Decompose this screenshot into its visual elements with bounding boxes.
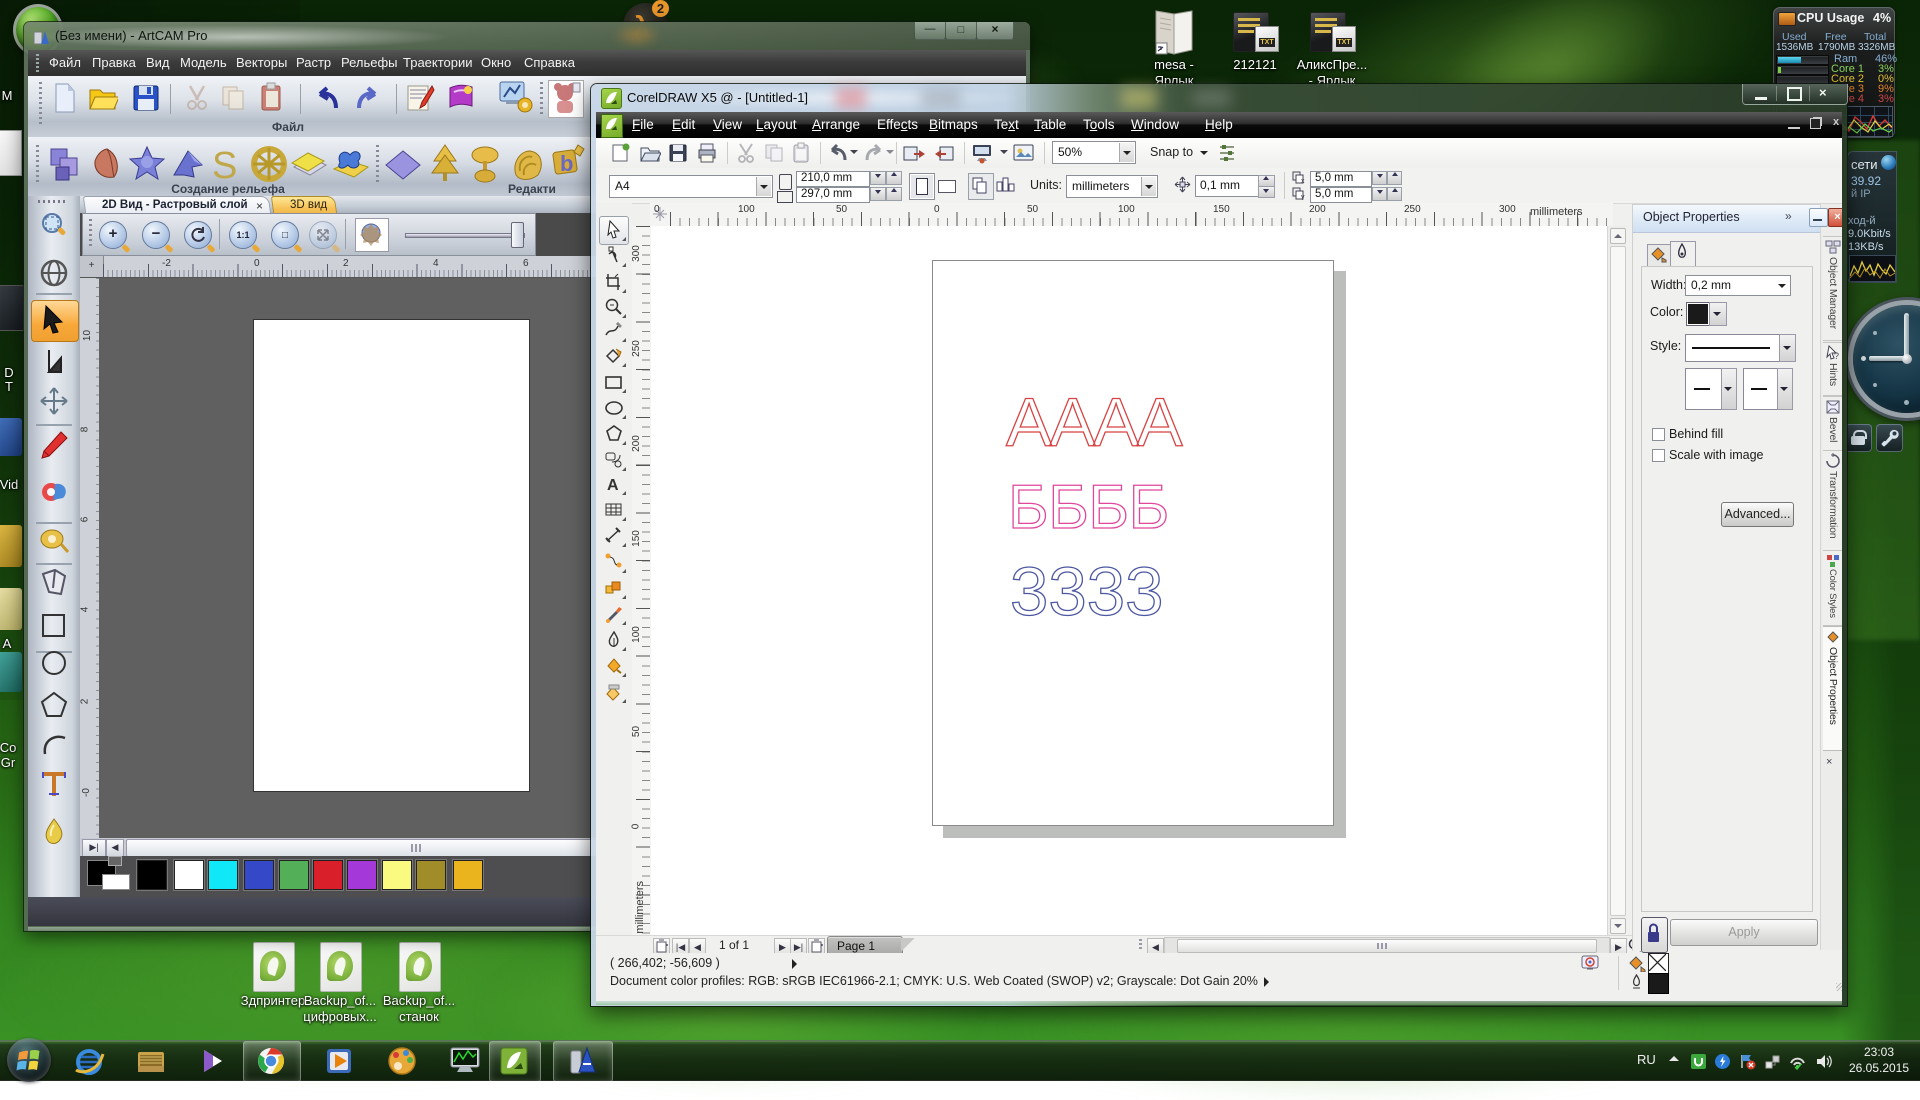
svg-text:ББББ: ББББ xyxy=(1008,473,1169,542)
svg-text:x: x xyxy=(1301,178,1305,184)
svg-text:3333: 3333 xyxy=(1010,553,1164,630)
svg-text:АААА: АААА xyxy=(1006,384,1183,461)
svg-text:A: A xyxy=(607,477,619,494)
svg-text:?: ? xyxy=(1834,351,1839,361)
svg-text:b: b xyxy=(560,151,573,176)
svg-text:y: y xyxy=(1301,194,1305,200)
